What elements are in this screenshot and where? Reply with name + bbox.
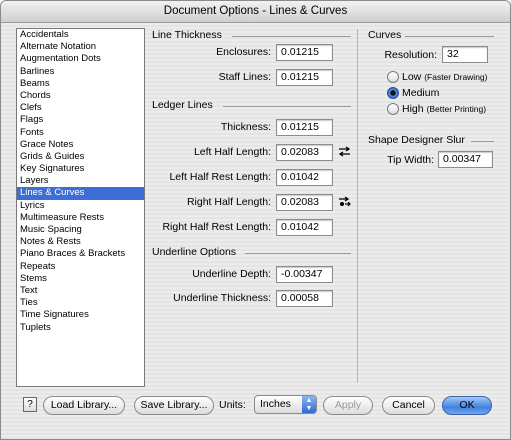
sidebar-item[interactable]: Beams <box>17 78 144 90</box>
sidebar-item[interactable]: Ties <box>17 297 144 309</box>
left-half-length-label: Left Half Length: <box>193 146 271 158</box>
high-label: High <box>402 103 424 115</box>
select-arrows-icon: ▲ ▼ <box>302 396 316 413</box>
window-title: Document Options - Lines & Curves <box>1 1 510 23</box>
apply-button[interactable]: Apply <box>323 396 373 415</box>
sidebar-item[interactable]: Tuplets <box>17 322 144 334</box>
low-radio[interactable] <box>387 71 399 83</box>
medium-radio[interactable] <box>387 87 399 99</box>
sidebar-item[interactable]: Time Signatures <box>17 309 144 321</box>
sidebar-item[interactable]: Grace Notes <box>17 139 144 151</box>
units-select[interactable]: Inches ▲ ▼ <box>254 395 317 414</box>
document-options-window: Document Options - Lines & Curves Accide… <box>0 0 511 440</box>
staff-lines-label: Staff Lines: <box>218 71 271 83</box>
high-radio-label: High (Better Printing) <box>402 103 486 115</box>
category-list[interactable]: Accidentals Alternate Notation Augmentatio… <box>16 28 145 387</box>
sidebar-item[interactable]: Fonts <box>17 127 144 139</box>
left-half-length-field[interactable]: 0.02083 <box>276 144 333 161</box>
enclosures-field[interactable]: 0.01215 <box>276 44 333 61</box>
slur-divider <box>471 141 494 142</box>
right-half-rest-length-field[interactable]: 0.01042 <box>276 219 333 236</box>
save-library-button[interactable]: Save Library... <box>134 396 214 415</box>
shape-designer-slur-title: Shape Designer Slur <box>368 134 465 146</box>
link-arrows-icon[interactable] <box>338 196 351 211</box>
link-arrows-icon[interactable] <box>338 146 351 160</box>
left-half-rest-length-field[interactable]: 0.01042 <box>276 169 333 186</box>
curves-title: Curves <box>368 29 402 41</box>
cancel-button[interactable]: Cancel <box>382 396 435 415</box>
enclosures-label: Enclosures: <box>216 46 271 58</box>
sidebar-item[interactable]: Key Signatures <box>17 163 144 175</box>
underline-thickness-field[interactable]: 0.00058 <box>276 290 333 307</box>
sidebar-item[interactable]: Notes & Rests <box>17 236 144 248</box>
low-label: Low <box>402 71 422 83</box>
ledger-lines-divider <box>223 106 351 107</box>
ledger-thickness-label: Thickness: <box>220 121 271 133</box>
sidebar-item[interactable]: Repeats <box>17 261 144 273</box>
units-label: Units: <box>219 399 246 411</box>
low-radio-label: Low (Faster Drawing) <box>402 71 487 83</box>
underline-depth-field[interactable]: -0.00347 <box>276 266 333 283</box>
sidebar-item[interactable]: Multimeasure Rests <box>17 212 144 224</box>
underline-thickness-label: Underline Thickness: <box>173 292 271 304</box>
sidebar-item[interactable]: Alternate Notation <box>17 41 144 53</box>
underline-options-divider <box>245 253 351 254</box>
sidebar-item[interactable]: Lines & Curves <box>17 187 144 200</box>
ledger-thickness-field[interactable]: 0.01215 <box>276 119 333 136</box>
ledger-lines-title: Ledger Lines <box>152 99 213 111</box>
left-half-rest-length-label: Left Half Rest Length: <box>169 171 271 183</box>
sidebar-item[interactable]: Piano Braces & Brackets <box>17 248 144 260</box>
high-radio[interactable] <box>387 103 399 115</box>
sidebar-item[interactable]: Clefs <box>17 102 144 114</box>
resolution-label: Resolution: <box>384 49 437 61</box>
underline-options-title: Underline Options <box>152 246 237 258</box>
sidebar-item[interactable]: Flags <box>17 114 144 126</box>
line-thickness-title: Line Thickness <box>152 29 222 41</box>
tip-width-label: Tip Width: <box>387 154 434 166</box>
sidebar-item[interactable]: Layers <box>17 175 144 187</box>
sidebar-item[interactable]: Grids & Guides <box>17 151 144 163</box>
line-thickness-divider <box>232 36 351 37</box>
sidebar-item[interactable]: Stems <box>17 273 144 285</box>
resolution-field[interactable]: 32 <box>442 46 488 63</box>
help-button[interactable]: ? <box>23 397 37 412</box>
sidebar-item[interactable]: Text <box>17 285 144 297</box>
curves-divider <box>405 36 494 37</box>
sidebar-item[interactable]: Lyrics <box>17 200 144 212</box>
tip-width-field[interactable]: 0.00347 <box>438 151 493 168</box>
medium-radio-label: Medium <box>402 87 440 99</box>
right-half-rest-length-label: Right Half Rest Length: <box>162 221 271 233</box>
right-half-length-label: Right Half Length: <box>186 196 271 208</box>
right-half-length-field[interactable]: 0.02083 <box>276 194 333 211</box>
load-library-button[interactable]: Load Library... <box>43 396 125 415</box>
sidebar-item[interactable]: Chords <box>17 90 144 102</box>
ok-button[interactable]: OK <box>442 396 492 415</box>
underline-depth-label: Underline Depth: <box>192 268 271 280</box>
column-separator <box>357 29 358 383</box>
sidebar-item[interactable]: Barlines <box>17 66 144 78</box>
low-note: (Faster Drawing) <box>424 72 488 82</box>
sidebar-item[interactable]: Music Spacing <box>17 224 144 236</box>
high-note: (Better Printing) <box>426 104 487 114</box>
sidebar-item[interactable]: Accidentals <box>17 29 144 41</box>
staff-lines-field[interactable]: 0.01215 <box>276 69 333 86</box>
sidebar-item[interactable]: Augmentation Dots <box>17 53 144 65</box>
units-value: Inches <box>260 398 291 410</box>
